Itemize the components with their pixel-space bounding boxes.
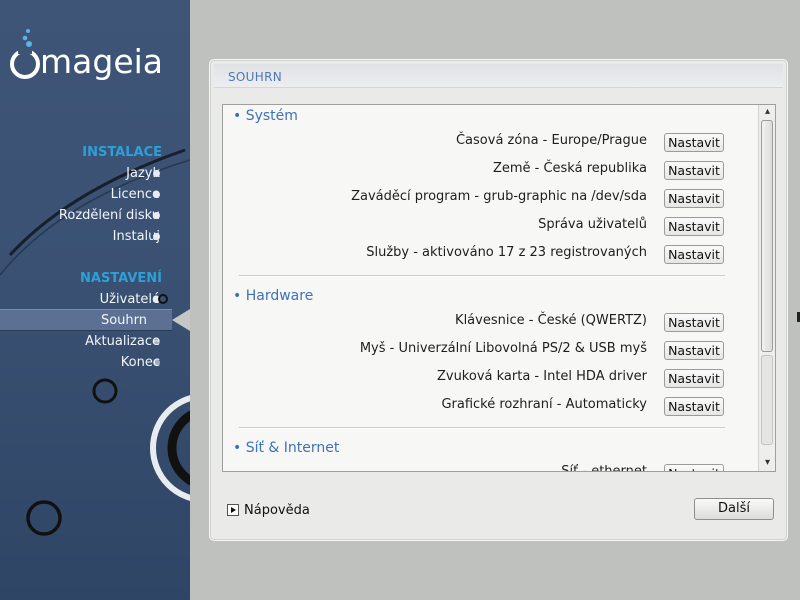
summary-row-soundcard-label: Zvuková karta - Intel HDA driver xyxy=(436,369,647,384)
graphics-configure-button[interactable]: Nastavit xyxy=(664,397,724,416)
sidebar-item-label: Uživatelé xyxy=(99,292,160,307)
sidebar-item-users[interactable]: Uživatelé xyxy=(100,292,160,307)
brand-logo-text: mageia xyxy=(40,42,164,81)
sidebar-item-label: Rozdělení disku xyxy=(58,208,160,223)
summary-row-graphics-label: Grafické rozhraní - Automaticky xyxy=(441,397,647,412)
summary-row-bootloader-label: Zaváděcí program - grub-graphic na /dev/… xyxy=(351,189,647,204)
summary-row-mouse-label: Myš - Univerzální Libovolná PS/2 & USB m… xyxy=(359,341,647,356)
mouse-configure-button[interactable]: Nastavit xyxy=(664,341,724,360)
summary-row-keyboard-label: Klávesnice - České (QWERTZ) xyxy=(455,313,647,328)
help-button[interactable]: Nápověda xyxy=(227,501,310,519)
step-dot-icon xyxy=(153,359,160,366)
category-title-hardware: • Hardware xyxy=(233,288,314,304)
summary-row-services-label: Služby - aktivováno 17 z 23 registrovaný… xyxy=(366,245,647,260)
step-dot-icon xyxy=(153,338,160,345)
services-configure-button[interactable]: Nastavit xyxy=(664,245,724,264)
sidebar-item-summary[interactable]: Souhrn xyxy=(101,313,147,328)
sidebar-section-title-installation: INSTALACE xyxy=(82,145,162,160)
sidebar-item-updates[interactable]: Aktualizace xyxy=(85,334,160,349)
play-triangle-icon xyxy=(227,504,239,516)
panel-header: SOUHRN xyxy=(214,64,783,88)
summary-row-timezone-label: Časová zóna - Europe/Prague xyxy=(455,133,647,148)
sidebar: mageia INSTALACE Jazyk Licence Rozdělení… xyxy=(0,0,190,600)
soundcard-configure-button[interactable]: Nastavit xyxy=(664,369,724,388)
page-title: SOUHRN xyxy=(228,70,282,84)
step-ring-icon xyxy=(158,294,168,304)
vertical-scrollbar[interactable]: ▴ ▾ xyxy=(758,105,775,471)
timezone-configure-button[interactable]: Nastavit xyxy=(664,133,724,152)
bootloader-configure-button[interactable]: Nastavit xyxy=(664,189,724,208)
step-dot-icon xyxy=(153,170,160,177)
summary-panel: SOUHRN • Systém Časová zóna - Europe/Pra… xyxy=(209,59,788,541)
scrollbar-track[interactable] xyxy=(761,355,773,445)
summary-list: • Systém Časová zóna - Europe/Prague Nas… xyxy=(222,104,776,472)
category-title-network: • Síť & Internet xyxy=(233,440,340,456)
next-button[interactable]: Další xyxy=(694,498,774,520)
chevron-up-icon[interactable]: ▴ xyxy=(760,105,775,119)
summary-row-users-label: Správa uživatelů xyxy=(538,217,647,232)
section-divider xyxy=(239,275,725,277)
summary-row-country-label: Země - Česká republika xyxy=(492,161,647,176)
sidebar-section-title-configuration: NASTAVENÍ xyxy=(80,271,162,286)
country-configure-button[interactable]: Nastavit xyxy=(664,161,724,180)
sidebar-item-label: Souhrn xyxy=(100,313,147,328)
users-configure-button[interactable]: Nastavit xyxy=(664,217,724,236)
step-dot-icon xyxy=(153,233,160,240)
step-dot-icon xyxy=(153,191,160,198)
keyboard-configure-button[interactable]: Nastavit xyxy=(664,313,724,332)
help-label: Nápověda xyxy=(244,502,310,518)
step-dot-icon xyxy=(153,212,160,219)
sidebar-item-partitioning[interactable]: Rozdělení disku xyxy=(59,208,160,223)
summary-row-network-label: Síť - ethernet xyxy=(561,464,647,472)
active-step-pointer-icon xyxy=(172,309,190,331)
network-configure-button[interactable]: Nastavit xyxy=(664,464,724,471)
section-divider xyxy=(239,427,725,429)
category-title-system: • Systém xyxy=(233,108,298,124)
scrollbar-thumb[interactable] xyxy=(761,120,773,352)
chevron-down-icon[interactable]: ▾ xyxy=(760,456,775,470)
sidebar-item-label: Aktualizace xyxy=(85,334,160,349)
